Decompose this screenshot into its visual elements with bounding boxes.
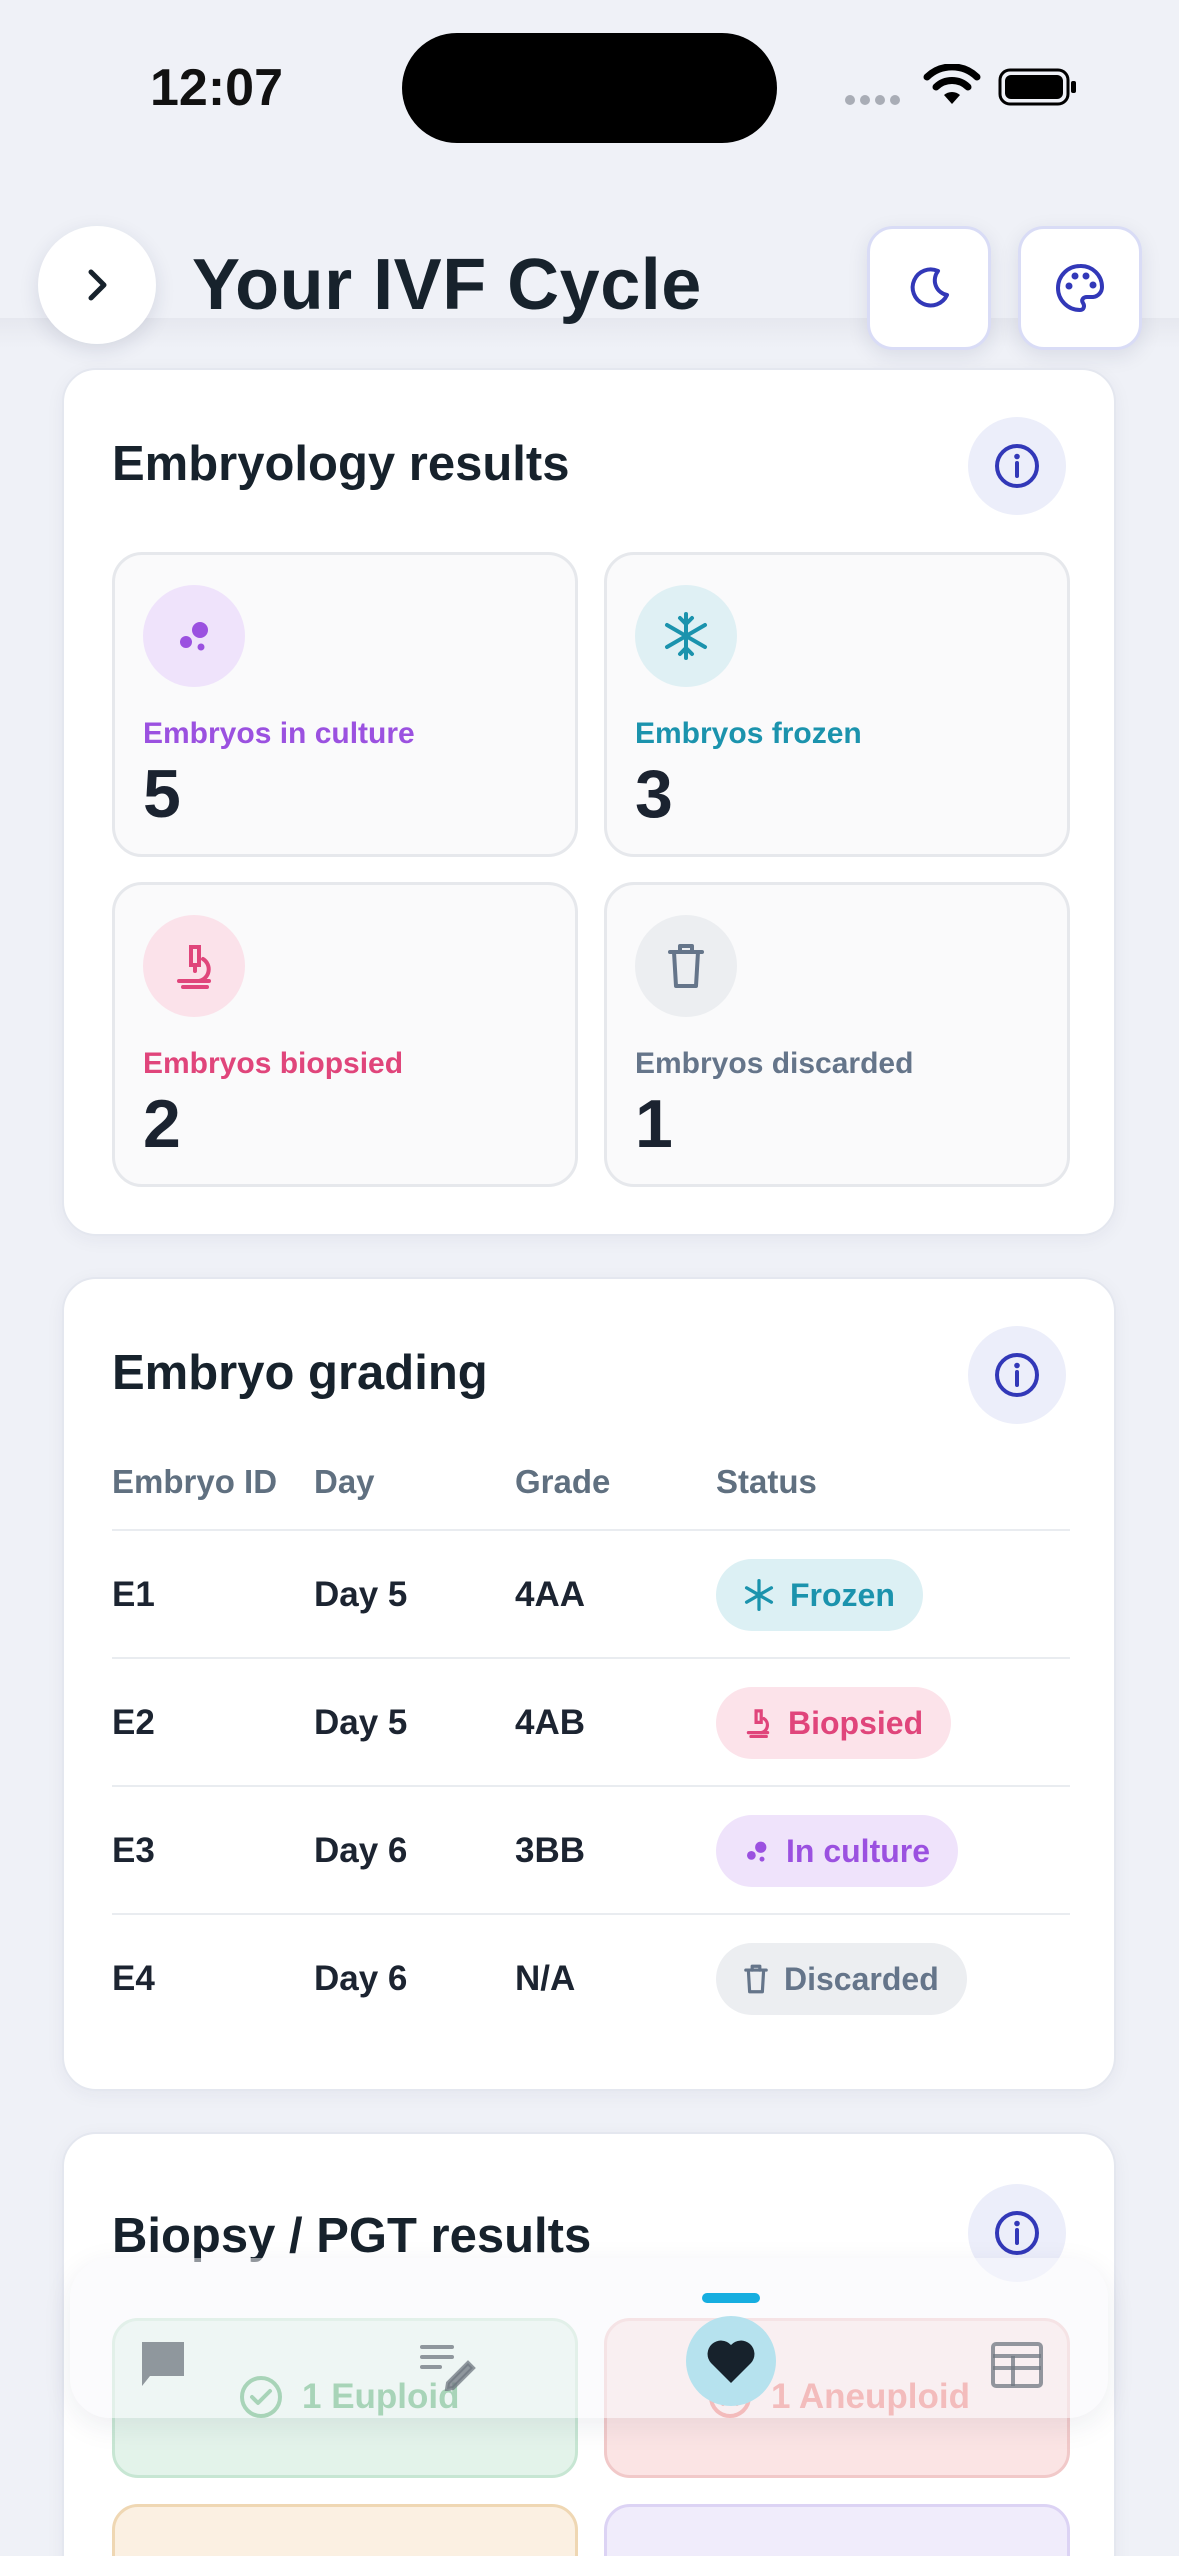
microscope-icon (746, 1709, 770, 1739)
calendar-grid-icon (991, 2342, 1043, 2388)
status-badge-frozen: Frozen (716, 1559, 923, 1631)
embryo-grade: 3BB (515, 1831, 586, 1870)
stat-value: 3 (635, 756, 673, 832)
info-button[interactable] (968, 1326, 1066, 1424)
stat-label: Embryos discarded (635, 1047, 914, 1080)
culture-dots-icon (143, 585, 245, 687)
expand-sidebar-button[interactable] (38, 226, 156, 344)
table-row[interactable]: E3 Day 6 3BB In culture (112, 1785, 1070, 1913)
card-title: Embryology results (112, 437, 570, 491)
active-tab-indicator (702, 2293, 760, 2303)
column-header: Status (716, 1463, 817, 1500)
dynamic-island (402, 33, 777, 143)
stat-tile-discarded: Embryos discarded 1 (604, 882, 1070, 1187)
dark-mode-toggle-button[interactable] (867, 226, 991, 350)
embryo-grade: 4AB (515, 1703, 586, 1742)
trash-icon (635, 915, 737, 1017)
status-label: In culture (786, 1832, 931, 1869)
card-title: Biopsy / PGT results (112, 2209, 592, 2263)
embryo-grading-card: Embryo grading Embryo ID Day Grade Statu… (62, 1277, 1116, 2091)
stat-label: Embryos frozen (635, 717, 862, 750)
heart-icon (707, 2340, 755, 2383)
embryo-id: E4 (112, 1959, 155, 1998)
stat-value: 1 (635, 1086, 673, 1162)
chat-icon (142, 2342, 184, 2386)
microscope-icon (143, 915, 245, 1017)
chevron-right-icon (88, 269, 107, 301)
pgt-tile (112, 2504, 578, 2556)
table-row[interactable]: E2 Day 5 4AB Biopsied (112, 1657, 1070, 1785)
cellular-signal-icon (845, 95, 900, 105)
page-title: Your IVF Cycle (192, 245, 702, 325)
stat-label: Embryos biopsied (143, 1047, 404, 1080)
check-circle-icon (240, 2376, 282, 2418)
info-icon (995, 1353, 1039, 1397)
column-header: Grade (515, 1463, 611, 1500)
info-icon (995, 444, 1039, 488)
embryo-id: E2 (112, 1703, 155, 1742)
embryo-day: Day 5 (314, 1703, 408, 1742)
info-icon (995, 2211, 1039, 2255)
status-label: Biopsied (788, 1704, 924, 1741)
embryo-grade: N/A (515, 1959, 576, 1998)
status-label: Frozen (790, 1576, 895, 1613)
embryo-id: E1 (112, 1575, 155, 1614)
nav-notes-button[interactable] (412, 2334, 482, 2396)
nav-chat-button[interactable] (130, 2334, 196, 2396)
status-badge-discarded: Discarded (716, 1943, 967, 2015)
stat-value: 2 (143, 1086, 181, 1162)
status-badge-biopsied: Biopsied (716, 1687, 952, 1759)
pgt-tile (604, 2504, 1070, 2556)
palette-icon (1056, 264, 1105, 312)
embryo-day: Day 5 (314, 1575, 408, 1614)
status-badge-in-culture: In culture (716, 1815, 959, 1887)
theme-palette-button[interactable] (1018, 226, 1142, 350)
aneuploid-count: 1 Aneuploid (771, 2377, 970, 2416)
embryo-day: Day 6 (314, 1959, 408, 1998)
stat-value: 5 (143, 756, 181, 832)
embryo-grade: 4AA (515, 1575, 586, 1614)
column-header: Embryo ID (112, 1463, 278, 1500)
table-header: Embryo ID Day Grade Status (112, 1463, 1070, 1513)
info-button[interactable] (968, 417, 1066, 515)
notes-edit-icon (420, 2345, 476, 2391)
table-row[interactable]: E1 Day 5 4AA Frozen (112, 1529, 1070, 1657)
status-label: Discarded (784, 1960, 939, 1997)
column-header: Day (314, 1463, 375, 1500)
wifi-icon (923, 64, 981, 104)
snowflake-icon (744, 1578, 774, 1612)
trash-icon (744, 1964, 768, 1994)
nav-favorites-button[interactable] (686, 2316, 776, 2406)
moon-icon (910, 267, 949, 308)
status-bar: 12:07 (0, 0, 1179, 170)
battery-icon (998, 68, 1076, 106)
snowflake-icon (635, 585, 737, 687)
status-time: 12:07 (150, 59, 283, 117)
stat-tile-in-culture: Embryos in culture 5 (112, 552, 578, 857)
embryology-results-card: Embryology results Embryos in culture 5 … (62, 368, 1116, 1236)
table-row[interactable]: E4 Day 6 N/A Discarded (112, 1913, 1070, 2041)
embryo-day: Day 6 (314, 1831, 408, 1870)
stat-tile-biopsied: Embryos biopsied 2 (112, 882, 578, 1187)
embryo-id: E3 (112, 1831, 155, 1870)
nav-calendar-button[interactable] (982, 2334, 1052, 2396)
stat-label: Embryos in culture (143, 717, 415, 750)
culture-dots-icon (747, 1841, 767, 1862)
card-title: Embryo grading (112, 1346, 488, 1400)
stat-tile-frozen: Embryos frozen 3 (604, 552, 1070, 857)
